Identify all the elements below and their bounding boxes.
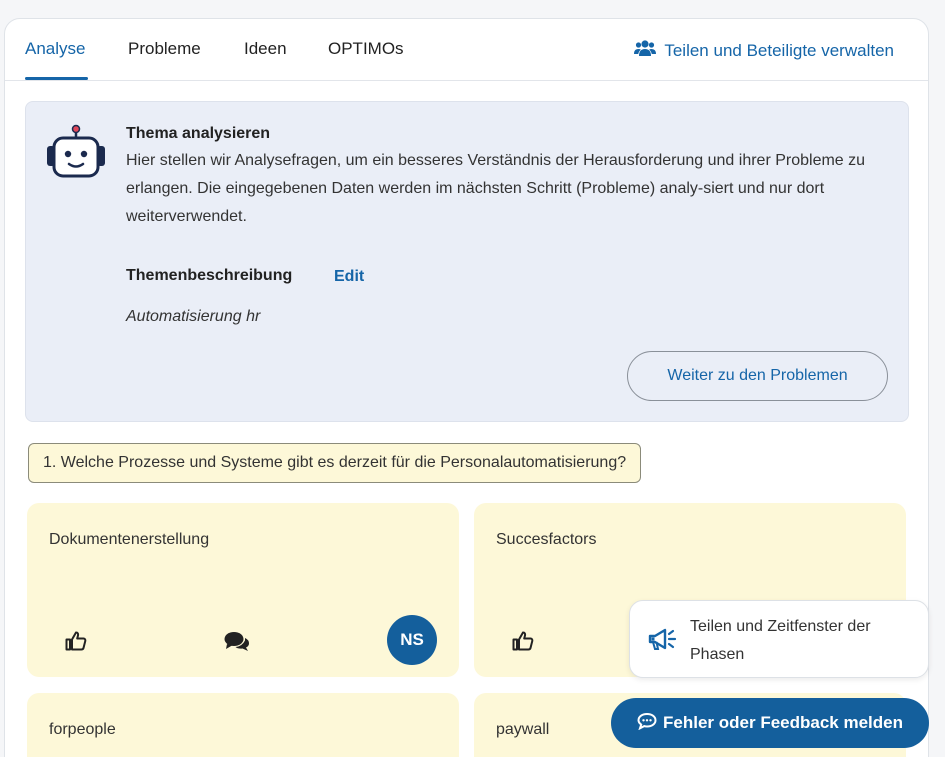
tab-optimos[interactable]: OPTIMOs bbox=[328, 39, 404, 59]
info-title: Thema analysieren bbox=[126, 125, 271, 142]
active-tab-indicator bbox=[25, 77, 88, 80]
answer-card[interactable]: Dokumentenerstellung NS bbox=[27, 503, 459, 677]
chat-icon bbox=[637, 712, 657, 735]
share-manage-link[interactable]: Teilen und Beteiligte verwalten bbox=[634, 39, 894, 62]
answer-card[interactable]: forpeople bbox=[27, 693, 459, 757]
edit-description-link[interactable]: Edit bbox=[334, 268, 364, 286]
tab-analyse[interactable]: Analyse bbox=[25, 39, 85, 59]
next-to-problems-button[interactable]: Weiter zu den Problemen bbox=[627, 351, 888, 401]
answer-text: Dokumentenerstellung bbox=[49, 531, 210, 548]
tab-ideen[interactable]: Ideen bbox=[244, 39, 287, 59]
thumbs-up-icon[interactable] bbox=[65, 631, 87, 656]
question-badge: 1. Welche Prozesse und Systeme gibt es d… bbox=[28, 443, 642, 483]
feedback-button[interactable]: Fehler oder Feedback melden bbox=[611, 698, 929, 748]
info-text: Hier stellen wir Analysefragen, um ein b… bbox=[126, 152, 866, 225]
share-manage-label: Teilen und Beteiligte verwalten bbox=[664, 40, 894, 60]
megaphone-icon bbox=[648, 628, 678, 657]
answer-text: paywall bbox=[496, 721, 550, 738]
phase-sharing-toast[interactable]: Teilen und Zeitfenster der Phasen bbox=[629, 600, 929, 678]
toast-text: Teilen und Zeitfenster der Phasen bbox=[690, 618, 871, 663]
description-value: Automatisierung hr bbox=[126, 308, 261, 325]
tab-probleme[interactable]: Probleme bbox=[128, 39, 201, 59]
comments-icon[interactable] bbox=[224, 631, 250, 656]
answer-text: forpeople bbox=[49, 721, 116, 738]
answer-text: Succesfactors bbox=[496, 531, 597, 548]
tab-bar: Analyse Probleme Ideen OPTIMOs Teilen un… bbox=[5, 19, 928, 81]
robot-icon bbox=[45, 124, 107, 185]
feedback-label: Fehler oder Feedback melden bbox=[663, 713, 903, 732]
users-icon bbox=[634, 39, 657, 62]
description-label: Themenbeschreibung bbox=[126, 267, 293, 284]
avatar[interactable]: NS bbox=[387, 615, 437, 665]
thumbs-up-icon[interactable] bbox=[512, 631, 534, 656]
analysis-info-box: Thema analysieren Hier stellen wir Analy… bbox=[25, 101, 909, 422]
